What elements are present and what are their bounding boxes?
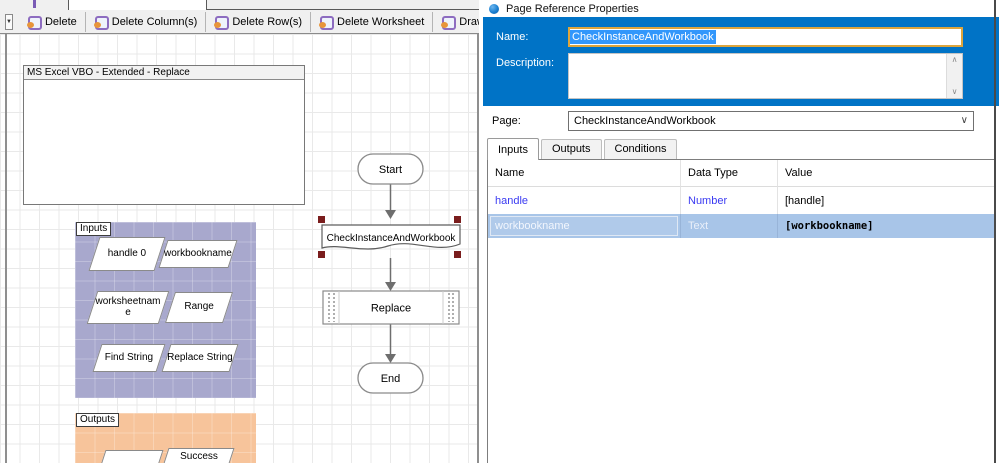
selection-handle[interactable] <box>454 216 461 223</box>
inputs-block-label: Inputs <box>76 222 111 236</box>
description-scrollbar[interactable]: ∧ ∨ <box>946 54 962 98</box>
data-item-label: handle 0 <box>95 249 159 260</box>
dialog-title-bar: Page Reference Properties <box>483 0 999 17</box>
row-value[interactable]: [workbookname] <box>778 214 996 238</box>
page-reference-label: CheckInstanceAndWorkbook <box>327 233 457 244</box>
dialog-header-panel: Name: CheckInstanceAndWorkbook Descripti… <box>483 17 999 106</box>
data-item-label: Success <box>167 449 231 463</box>
row-name[interactable]: handle <box>488 187 681 214</box>
row-name-cell[interactable]: workbookname <box>488 214 681 238</box>
page-icon <box>441 16 454 28</box>
end-stage-label: End <box>381 373 401 385</box>
process-info-box[interactable]: MS Excel VBO - Extended - Replace <box>23 65 305 205</box>
page-icon <box>319 16 332 28</box>
start-stage[interactable]: Start <box>358 154 423 184</box>
dropdown-arrow-icon: ▼ <box>6 19 12 25</box>
upper-tab-tick <box>33 0 36 8</box>
scroll-down-icon[interactable]: ∨ <box>952 86 958 98</box>
inputs-table: Name Data Type Value handle Number [hand… <box>487 159 996 463</box>
data-item-label: worksheetname <box>93 297 163 318</box>
active-page-tab-sliver[interactable] <box>68 0 207 10</box>
column-header-datatype[interactable]: Data Type <box>681 160 778 187</box>
description-label: Description: <box>496 57 554 69</box>
page-reference-properties-dialog: Page Reference Properties Name: CheckIns… <box>483 0 999 463</box>
action-stage-label: Replace <box>371 303 411 315</box>
selection-handle[interactable] <box>454 251 461 258</box>
tab-outputs[interactable]: Outputs <box>541 139 602 159</box>
page-dropdown-value: CheckInstanceAndWorkbook <box>574 115 716 127</box>
tab-label: DrawCha <box>459 16 479 28</box>
data-item-replace-string[interactable]: Replace String <box>161 344 238 372</box>
page-label: Page: <box>492 115 521 127</box>
data-item-label <box>106 451 162 454</box>
canvas-right-border <box>477 34 479 463</box>
data-item-success[interactable]: Success <box>157 448 234 463</box>
page-icon <box>94 16 107 28</box>
row-name-edit-box[interactable]: workbookname <box>490 216 678 236</box>
canvas-left-border <box>5 34 7 463</box>
chevron-down-icon: ∨ <box>961 115 968 126</box>
app-window: ▼ Delete Delete Column(s) Delete Row(s) … <box>0 0 999 463</box>
tab-inputs[interactable]: Inputs <box>487 138 539 160</box>
data-item-find-string[interactable]: Find String <box>92 344 165 372</box>
page-tab-bar: ▼ Delete Delete Column(s) Delete Row(s) … <box>0 10 479 34</box>
tab-delete-rows[interactable]: Delete Row(s) <box>205 12 310 32</box>
data-item-workbookname[interactable]: workbookname <box>158 240 237 268</box>
scroll-up-icon[interactable]: ∧ <box>952 54 958 66</box>
data-item-handle[interactable]: handle 0 <box>88 237 165 271</box>
start-stage-label: Start <box>379 164 402 176</box>
row-datatype[interactable]: Text <box>681 214 778 238</box>
page-dropdown[interactable]: CheckInstanceAndWorkbook ∨ <box>568 111 974 131</box>
table-row-selected[interactable]: workbookname Text [workbookname] <box>488 214 996 238</box>
row-datatype[interactable]: Number <box>681 187 778 214</box>
tab-conditions[interactable]: Conditions <box>604 139 678 159</box>
name-input[interactable]: CheckInstanceAndWorkbook <box>568 27 963 47</box>
stage-ball-icon <box>489 4 499 14</box>
parameter-tabs: Inputs Outputs Conditions <box>487 137 679 159</box>
tab-label: Delete Row(s) <box>232 16 302 28</box>
data-item-range[interactable]: Range <box>165 292 233 323</box>
data-item-output-partial[interactable] <box>94 450 163 463</box>
upper-tab-strip <box>0 0 479 10</box>
tab-list-dropdown-button[interactable]: ▼ <box>5 14 13 30</box>
table-row[interactable]: handle Number [handle] <box>488 187 996 214</box>
column-header-value[interactable]: Value <box>778 160 996 187</box>
data-item-label: workbookname <box>164 249 232 260</box>
selection-handle[interactable] <box>318 216 325 223</box>
page-icon <box>27 16 40 28</box>
tab-delete[interactable]: Delete <box>19 12 85 32</box>
name-label: Name: <box>496 31 528 43</box>
data-item-label: Range <box>171 302 227 313</box>
data-item-worksheetname[interactable]: worksheetname <box>87 291 170 324</box>
name-input-selected-text: CheckInstanceAndWorkbook <box>570 30 716 44</box>
dialog-right-border <box>994 0 996 463</box>
selection-handle[interactable] <box>318 251 325 258</box>
dialog-title: Page Reference Properties <box>506 3 639 15</box>
action-stage-replace[interactable]: Replace <box>323 291 459 324</box>
page-icon <box>214 16 227 28</box>
tabs-wrap: Delete Delete Column(s) Delete Row(s) De… <box>19 12 479 32</box>
end-stage[interactable]: End <box>358 363 423 393</box>
table-header-row: Name Data Type Value <box>488 160 996 187</box>
tab-drawchart[interactable]: DrawCha <box>432 12 479 32</box>
description-textarea[interactable]: ∧ ∨ <box>568 53 963 99</box>
data-item-label: Replace String <box>167 353 233 364</box>
tab-label: Delete <box>45 16 77 28</box>
tab-delete-worksheet[interactable]: Delete Worksheet <box>310 12 432 32</box>
row-value[interactable]: [handle] <box>778 187 996 214</box>
column-header-name[interactable]: Name <box>488 160 681 187</box>
tab-label: Delete Column(s) <box>112 16 198 28</box>
outputs-block-label: Outputs <box>76 413 119 427</box>
tab-delete-columns[interactable]: Delete Column(s) <box>85 12 206 32</box>
tab-label: Delete Worksheet <box>337 16 424 28</box>
data-item-label: Find String <box>98 353 160 364</box>
process-info-title: MS Excel VBO - Extended - Replace <box>24 66 304 80</box>
